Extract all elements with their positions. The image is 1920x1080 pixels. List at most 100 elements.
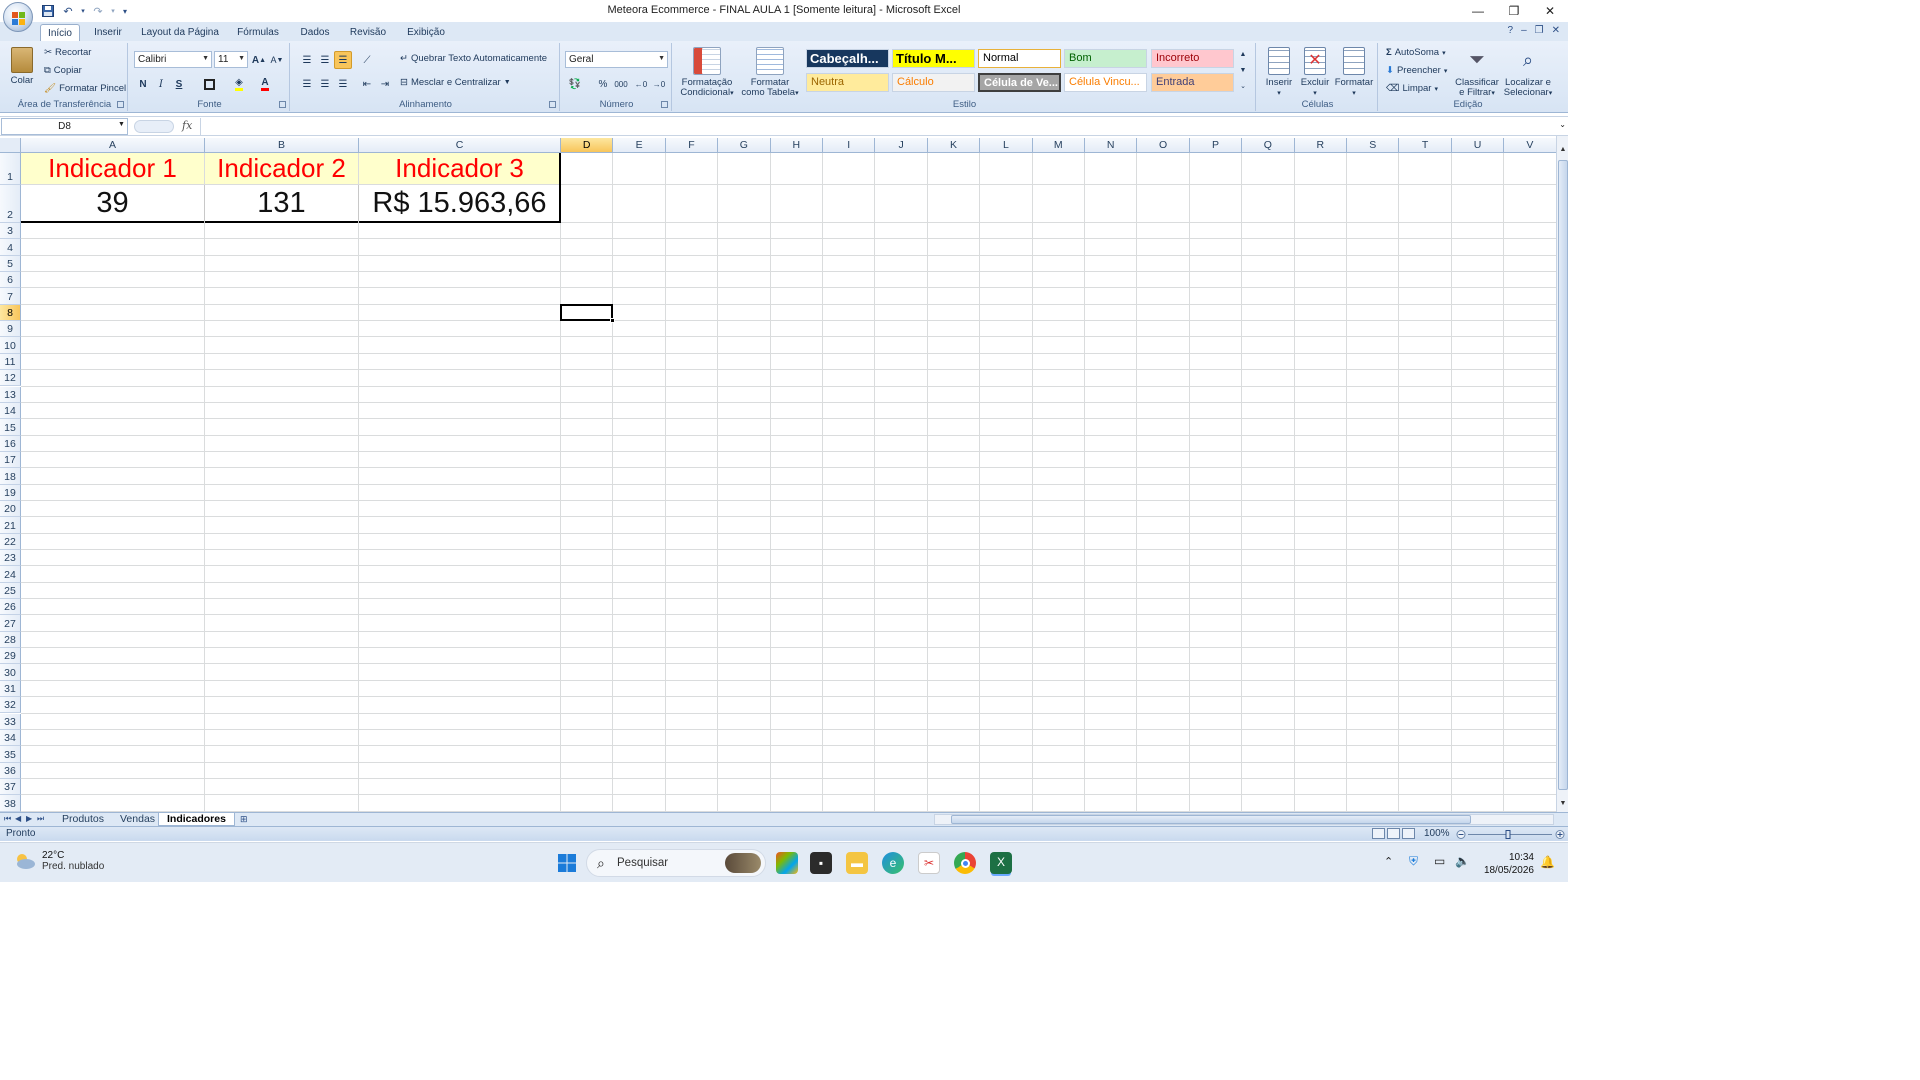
column-header-F[interactable]: F <box>665 138 719 153</box>
help-icon[interactable]: ? <box>1508 25 1514 36</box>
cell-style-8[interactable]: Célula Vincu... <box>1064 73 1147 92</box>
page-break-view-icon[interactable] <box>1402 828 1415 839</box>
column-header-I[interactable]: I <box>823 138 876 153</box>
fill-handle[interactable] <box>610 318 616 324</box>
cell-C2[interactable]: R$ 15.963,66 <box>359 185 560 222</box>
row-header-31[interactable]: 31 <box>0 680 21 698</box>
row-header-4[interactable]: 4 <box>0 239 21 256</box>
row-header-13[interactable]: 13 <box>0 386 21 403</box>
column-header-N[interactable]: N <box>1085 138 1138 153</box>
column-header-Q[interactable]: Q <box>1242 138 1295 153</box>
row-header-36[interactable]: 36 <box>0 762 21 779</box>
row-header-1[interactable]: 1 <box>0 153 21 185</box>
row-header-6[interactable]: 6 <box>0 272 21 289</box>
decrease-decimal-button[interactable]: →0 <box>650 75 668 93</box>
row-header-7[interactable]: 7 <box>0 288 21 305</box>
row-header-38[interactable]: 38 <box>0 795 21 812</box>
sheet-tab-indicadores[interactable]: Indicadores <box>158 813 235 826</box>
redo-icon[interactable]: ↷ <box>90 3 106 19</box>
column-header-A[interactable]: A <box>21 138 205 153</box>
copy-button[interactable]: ⧉ Copiar <box>44 65 82 76</box>
row-header-20[interactable]: 20 <box>0 500 21 518</box>
cell-style-4[interactable]: Incorreto <box>1151 49 1234 68</box>
zoom-level[interactable]: 100% <box>1424 828 1450 839</box>
align-right-button[interactable]: ☰ <box>334 75 352 93</box>
scroll-down-icon[interactable]: ▼ <box>1558 800 1568 810</box>
excel-taskbar-icon[interactable]: X <box>990 852 1012 874</box>
expand-formula-bar-icon[interactable]: ⌄ <box>1559 120 1566 129</box>
row-header-33[interactable]: 33 <box>0 713 21 730</box>
column-header-P[interactable]: P <box>1189 138 1243 153</box>
format-as-table-button[interactable]: Formatar como Tabela▾ <box>740 47 800 99</box>
tray-overflow-icon[interactable]: ⌃ <box>1384 855 1393 868</box>
clear-button[interactable]: ⌫ Limpar ▾ <box>1386 83 1438 94</box>
row-header-2[interactable]: 2 <box>0 185 21 223</box>
horizontal-scrollbar[interactable] <box>934 814 1554 825</box>
sort-filter-button[interactable]: ⏷ Classificar e Filtrar▾ <box>1454 47 1500 99</box>
task-view-icon[interactable]: ▪ <box>810 852 832 874</box>
cell-style-3[interactable]: Bom <box>1064 49 1147 68</box>
align-center-button[interactable]: ☰ <box>316 75 334 93</box>
close-button[interactable]: ✕ <box>1532 0 1568 22</box>
column-header-G[interactable]: G <box>718 138 771 153</box>
cell-style-9[interactable]: Entrada <box>1151 73 1234 92</box>
row-header-21[interactable]: 21 <box>0 517 21 534</box>
cell-B1[interactable]: Indicador 2 <box>205 153 358 184</box>
row-header-26[interactable]: 26 <box>0 599 21 616</box>
font-color-button[interactable]: A <box>256 75 274 93</box>
cell-style-6[interactable]: Cálculo <box>892 73 975 92</box>
snipping-tool-icon[interactable]: ✂ <box>918 852 940 874</box>
last-sheet-icon[interactable]: ⏭ <box>37 814 44 824</box>
orientation-button[interactable]: ⟋ <box>358 51 376 69</box>
cell-style-5[interactable]: Neutra <box>806 73 889 92</box>
row-header-22[interactable]: 22 <box>0 533 21 550</box>
redo-dropdown-icon[interactable]: ▾ <box>110 3 116 19</box>
windows-start-icon[interactable] <box>556 852 578 874</box>
sheet-tab-vendas[interactable]: Vendas <box>112 813 163 826</box>
fill-button[interactable]: ⬇ Preencher ▾ <box>1386 65 1447 76</box>
tab-revisao[interactable]: Revisão <box>346 24 390 41</box>
row-header-35[interactable]: 35 <box>0 746 21 763</box>
name-box[interactable]: D8 <box>1 118 128 135</box>
tab-dados[interactable]: Dados <box>296 24 334 41</box>
row-header-34[interactable]: 34 <box>0 729 21 747</box>
align-top-button[interactable]: ☰ <box>298 51 316 69</box>
column-header-V[interactable]: V <box>1504 138 1556 153</box>
increase-indent-button[interactable]: ⇥ <box>376 75 394 93</box>
column-header-M[interactable]: M <box>1032 138 1085 153</box>
name-box-dropdown-icon[interactable]: ▼ <box>118 121 125 128</box>
bold-button[interactable]: N <box>134 75 152 93</box>
display-icon[interactable]: ▭ <box>1434 854 1445 868</box>
row-header-14[interactable]: 14 <box>0 402 21 420</box>
customize-qat-icon[interactable]: ▾ <box>120 3 130 19</box>
row-header-3[interactable]: 3 <box>0 223 21 240</box>
office-button[interactable] <box>3 2 33 32</box>
shrink-font-button[interactable]: A ▼ <box>268 51 286 69</box>
sheet-tab-produtos[interactable]: Produtos <box>54 813 112 826</box>
row-header-18[interactable]: 18 <box>0 468 21 485</box>
active-cell-selection[interactable] <box>560 303 614 322</box>
defender-icon[interactable]: ⛨ <box>1409 854 1418 869</box>
column-header-K[interactable]: K <box>927 138 981 153</box>
file-explorer-icon[interactable]: ▬ <box>846 852 868 874</box>
chrome-icon[interactable] <box>954 852 976 874</box>
undo-dropdown-icon[interactable]: ▾ <box>80 3 86 19</box>
cell-style-1[interactable]: Título M... <box>892 49 975 68</box>
minimize-button[interactable]: — <box>1460 0 1496 22</box>
font-launcher-icon[interactable] <box>279 101 286 108</box>
cell-style-0[interactable]: Cabeçalh... <box>806 49 889 68</box>
tab-layout[interactable]: Layout da Página <box>140 24 220 41</box>
next-sheet-icon[interactable]: ▶ <box>26 814 32 823</box>
row-header-12[interactable]: 12 <box>0 370 21 387</box>
conditional-formatting-button[interactable]: Formatação Condicional▾ <box>678 47 736 99</box>
workbook-restore-icon[interactable]: ❐ <box>1535 25 1544 36</box>
cell-style-2[interactable]: Normal <box>978 49 1061 68</box>
prev-sheet-icon[interactable]: ◀ <box>15 814 21 823</box>
edge-icon[interactable]: e <box>882 852 904 874</box>
zoom-slider[interactable] <box>1456 830 1566 839</box>
grow-font-button[interactable]: A ▲ <box>250 51 268 69</box>
format-cells-button[interactable]: Formatar ▾ <box>1334 47 1374 99</box>
wrap-text-button[interactable]: ↵ Quebrar Texto Automaticamente <box>400 53 547 64</box>
row-header-27[interactable]: 27 <box>0 615 21 632</box>
row-header-16[interactable]: 16 <box>0 435 21 452</box>
